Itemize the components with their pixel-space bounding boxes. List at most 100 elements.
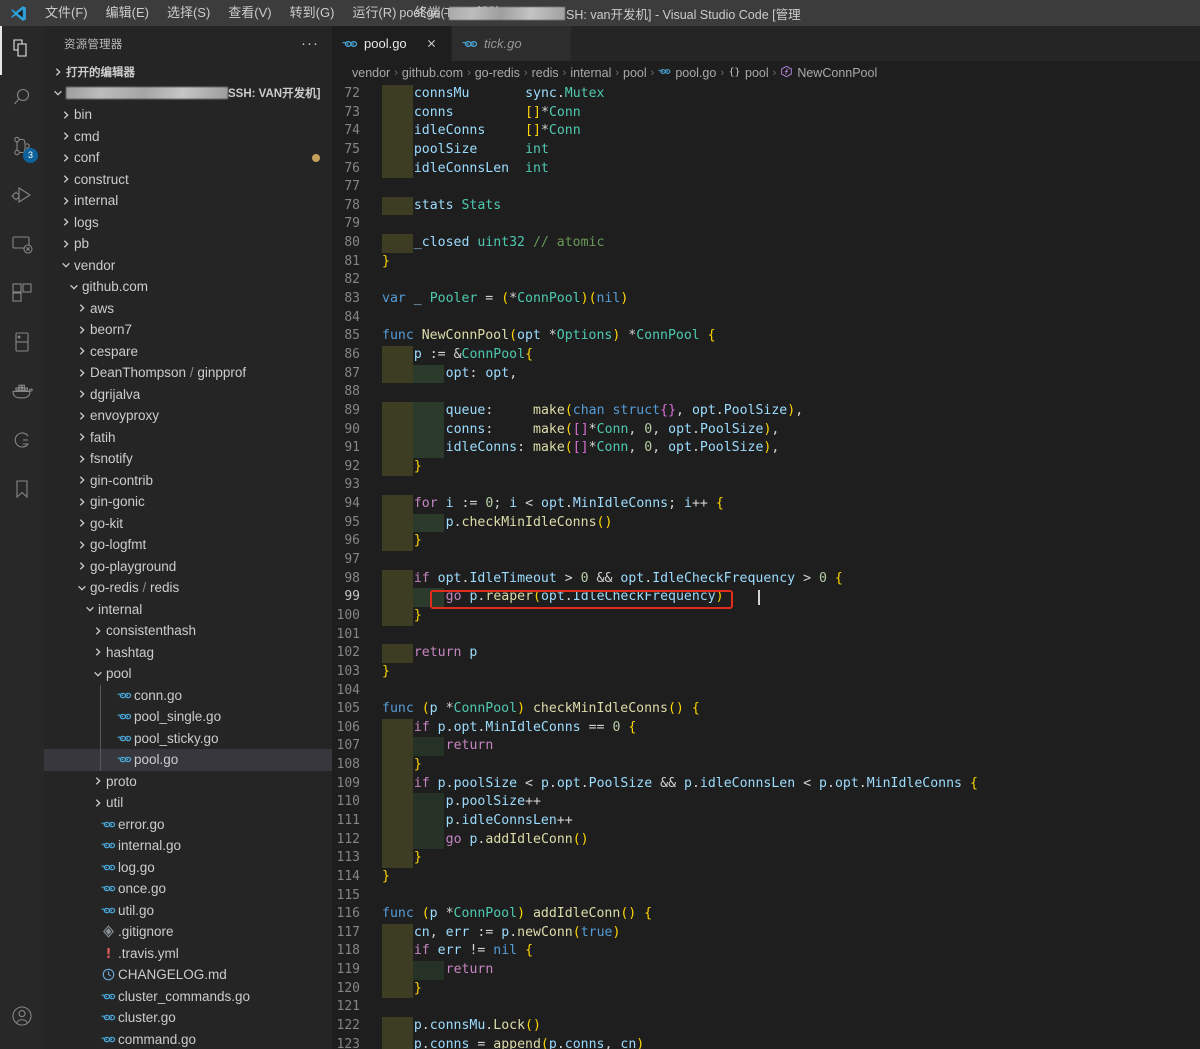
activity-extensions[interactable]: [0, 271, 44, 320]
code-line[interactable]: 119 return: [332, 961, 1200, 980]
code-line[interactable]: 96 }: [332, 532, 1200, 552]
tree-item-pool-sticky-go[interactable]: pool_sticky.go: [44, 727, 332, 749]
activity-remote-explorer[interactable]: [0, 222, 44, 271]
code-line[interactable]: 105 func (p *ConnPool) checkMinIdleConns(…: [332, 700, 1200, 719]
tree-item-pool-single-go[interactable]: pool_single.go: [44, 706, 332, 728]
tree-item-changelog-md[interactable]: CHANGELOG.md: [44, 964, 332, 986]
tree-item-logs[interactable]: logs: [44, 212, 332, 234]
code-line[interactable]: 79: [332, 215, 1200, 234]
code-line[interactable]: 93: [332, 476, 1200, 495]
code-line[interactable]: 86 p := &ConnPool{: [332, 345, 1200, 365]
breadcrumb-item-internal[interactable]: internal: [570, 66, 611, 80]
code-line[interactable]: 89 queue: make(chan struct{}, opt.PoolSi…: [332, 401, 1200, 421]
code-line[interactable]: 102 return p: [332, 644, 1200, 663]
menu-help[interactable]: 帮助(H): [466, 1, 528, 25]
tree-item-deanthompson-ginpprof[interactable]: DeanThompson / ginpprof: [44, 362, 332, 384]
activity-explorer[interactable]: [0, 26, 44, 75]
activity-source-control[interactable]: 3: [0, 124, 44, 173]
code-line[interactable]: 121: [332, 998, 1200, 1017]
code-line[interactable]: 111 p.idleConnsLen++: [332, 811, 1200, 831]
tree-item-util[interactable]: util: [44, 792, 332, 814]
code-line[interactable]: 94 for i := 0; i < opt.MinIdleConns; i++…: [332, 495, 1200, 514]
breadcrumb-item-pool[interactable]: pool: [623, 66, 647, 80]
tree-item-aws[interactable]: aws: [44, 298, 332, 320]
code-line[interactable]: 84: [332, 309, 1200, 328]
code-editor[interactable]: 72 connsMu sync.Mutex 73 conns []*Conn 74 …: [332, 85, 1200, 1049]
code-line[interactable]: 75 poolSize int: [332, 140, 1200, 160]
tree-item-proto[interactable]: proto: [44, 771, 332, 793]
tree-item-command-go[interactable]: command.go: [44, 1029, 332, 1049]
code-line[interactable]: 101: [332, 626, 1200, 645]
tree-item-error-go[interactable]: error.go: [44, 814, 332, 836]
code-line[interactable]: 100 }: [332, 606, 1200, 626]
tree-item-cluster-go[interactable]: cluster.go: [44, 1007, 332, 1029]
tree-item-internal[interactable]: internal: [44, 599, 332, 621]
tree-item-cespare[interactable]: cespare: [44, 341, 332, 363]
code-line[interactable]: 81}: [332, 253, 1200, 272]
section-open-editors[interactable]: 打开的编辑器: [44, 61, 332, 83]
tree-item-hashtag[interactable]: hashtag: [44, 642, 332, 664]
file-tree-rows[interactable]: bin cmd conf construct internal logs pb vendor g…: [44, 104, 332, 1049]
tree-item-go-logfmt[interactable]: go-logfmt: [44, 534, 332, 556]
code-line[interactable]: 72 connsMu sync.Mutex: [332, 85, 1200, 104]
code-line[interactable]: 116 func (p *ConnPool) addIdleConn() {: [332, 905, 1200, 924]
code-line[interactable]: 92 }: [332, 457, 1200, 477]
code-line[interactable]: 95 p.checkMinIdleConns(): [332, 513, 1200, 533]
code-line[interactable]: 117 cn, err := p.newConn(true): [332, 923, 1200, 943]
code-line[interactable]: 97: [332, 551, 1200, 570]
activity-go[interactable]: [0, 418, 44, 467]
breadcrumb-item-go-redis[interactable]: go-redis: [475, 66, 520, 80]
menu-go[interactable]: 转到(G): [281, 1, 344, 25]
code-line[interactable]: 88: [332, 383, 1200, 402]
tree-item-dgrijalva[interactable]: dgrijalva: [44, 384, 332, 406]
tree-item-go-playground[interactable]: go-playground: [44, 556, 332, 578]
menu-edit[interactable]: 编辑(E): [97, 1, 158, 25]
tree-item-consistenthash[interactable]: consistenthash: [44, 620, 332, 642]
tree-root-workspace[interactable]: SSH: VAN开发机]: [44, 83, 332, 105]
tree-item-conf[interactable]: conf: [44, 147, 332, 169]
activity-accounts[interactable]: [0, 994, 44, 1043]
code-line[interactable]: 104: [332, 682, 1200, 701]
menu-terminal[interactable]: 终端(T): [405, 1, 466, 25]
more-actions-icon[interactable]: ···: [297, 35, 323, 52]
tree-item-conn-go[interactable]: conn.go: [44, 684, 332, 706]
tree-item-gin-gonic[interactable]: gin-gonic: [44, 491, 332, 513]
tree-item-beorn7[interactable]: beorn7: [44, 319, 332, 341]
breadcrumb-item-pool-go[interactable]: pool.go: [658, 65, 716, 81]
tree-item-envoyproxy[interactable]: envoyproxy: [44, 405, 332, 427]
code-line[interactable]: 82: [332, 271, 1200, 290]
code-line[interactable]: 114}: [332, 868, 1200, 887]
breadcrumb-item-github-com[interactable]: github.com: [402, 66, 463, 80]
code-lines[interactable]: 72 connsMu sync.Mutex 73 conns []*Conn 74 …: [332, 85, 1200, 1049]
tree-item-travis-yml[interactable]: ! .travis.yml: [44, 943, 332, 965]
code-line[interactable]: 108 }: [332, 756, 1200, 775]
tree-item-cluster-commands-go[interactable]: cluster_commands.go: [44, 986, 332, 1008]
code-line[interactable]: 106 if p.opt.MinIdleConns == 0 {: [332, 718, 1200, 738]
tree-item-gin-contrib[interactable]: gin-contrib: [44, 470, 332, 492]
menu-view[interactable]: 查看(V): [219, 1, 280, 25]
code-line[interactable]: 103}: [332, 663, 1200, 682]
tree-item-pool[interactable]: pool: [44, 663, 332, 685]
menu-file[interactable]: 文件(F): [36, 1, 97, 25]
tree-item-bin[interactable]: bin: [44, 104, 332, 126]
tab-tick-go[interactable]: tick.go: [452, 26, 572, 61]
tree-item-fsnotify[interactable]: fsnotify: [44, 448, 332, 470]
code-line[interactable]: 112 go p.addIdleConn(): [332, 830, 1200, 850]
code-line[interactable]: 98 if opt.IdleTimeout > 0 && opt.IdleChe…: [332, 569, 1200, 589]
code-line[interactable]: 123 p.conns = append(p.conns, cn): [332, 1035, 1200, 1049]
tree-item-once-go[interactable]: once.go: [44, 878, 332, 900]
code-line[interactable]: 113 }: [332, 849, 1200, 868]
code-line[interactable]: 110 p.poolSize++: [332, 793, 1200, 812]
code-line[interactable]: 74 idleConns []*Conn: [332, 122, 1200, 141]
activity-run-debug[interactable]: [0, 173, 44, 222]
code-line[interactable]: 85 func NewConnPool(opt *Options) *ConnPo…: [332, 327, 1200, 346]
tree-item-fatih[interactable]: fatih: [44, 427, 332, 449]
activity-docker[interactable]: [0, 369, 44, 418]
breadcrumb-item-redis[interactable]: redis: [532, 66, 559, 80]
tree-item-pb[interactable]: pb: [44, 233, 332, 255]
code-line[interactable]: 80 _closed uint32 // atomic: [332, 234, 1200, 253]
tree-item-vendor[interactable]: vendor: [44, 255, 332, 277]
code-line[interactable]: 91 idleConns: make([]*Conn, 0, opt.PoolS…: [332, 439, 1200, 458]
tree-item-construct[interactable]: construct: [44, 169, 332, 191]
code-line[interactable]: 109 if p.poolSize < p.opt.PoolSize && p.…: [332, 774, 1200, 794]
